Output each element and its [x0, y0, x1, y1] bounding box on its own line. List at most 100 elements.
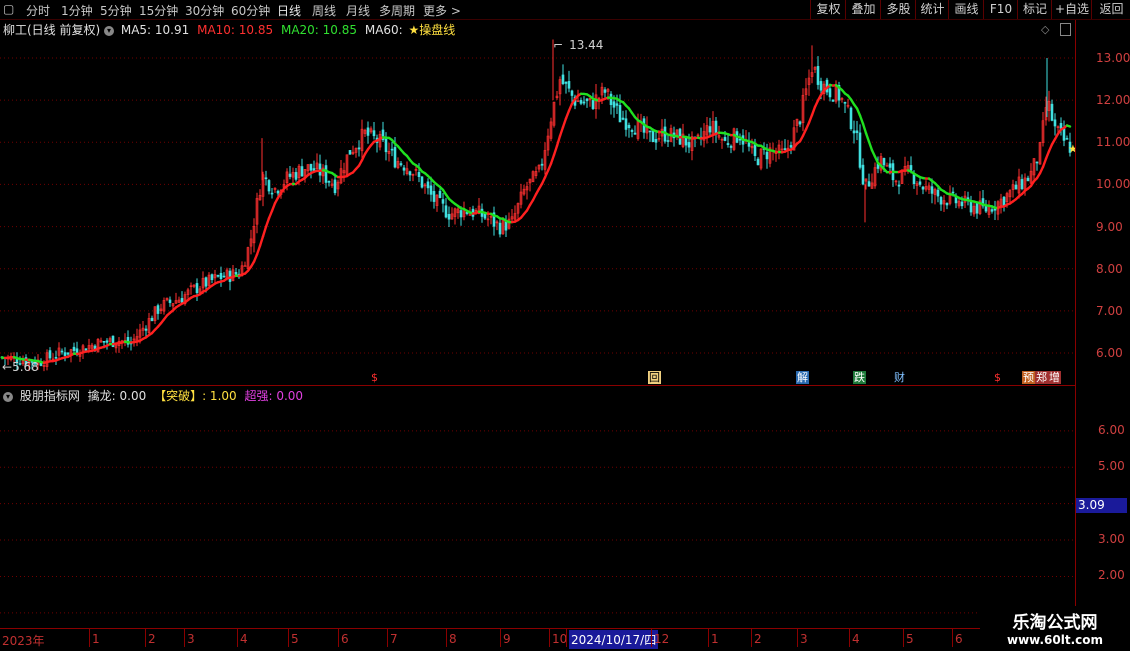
ma-line-layer: ★	[2, 85, 1075, 363]
signal-marker[interactable]: $	[993, 371, 1002, 384]
candle-body	[946, 203, 948, 205]
indicator-tick-label: 2.00	[1098, 568, 1125, 582]
candle-body	[619, 105, 621, 122]
date-tick-mark	[566, 629, 567, 647]
candle-body	[583, 102, 585, 103]
add-watchlist-button[interactable]: +自选	[1051, 0, 1092, 19]
overlay-button[interactable]: 叠加	[845, 0, 881, 19]
period-multi[interactable]: 多周期	[379, 2, 415, 19]
candle-body	[724, 137, 726, 140]
period-60min[interactable]: 60分钟	[231, 2, 270, 19]
candle-body	[919, 182, 921, 185]
period-monthly[interactable]: 月线	[346, 2, 370, 19]
period-more[interactable]: 更多 >	[423, 2, 461, 19]
date-tick-label: 2	[148, 632, 156, 646]
candle-body	[757, 159, 759, 165]
low-price-annotation: ←5.68	[2, 360, 39, 374]
mark-button[interactable]: 标记	[1017, 0, 1052, 19]
draw-line-button[interactable]: 画线	[948, 0, 984, 19]
candle-body	[448, 214, 450, 219]
price-tick-label: 12.00	[1096, 93, 1130, 107]
date-tick-mark	[849, 629, 850, 647]
panel-toggle-icon[interactable]	[1060, 23, 1071, 36]
main-legend: 柳工(日线 前复权) ▾ MA5: 10.91 MA10: 10.85 MA20…	[3, 21, 455, 38]
candle-body	[616, 104, 618, 106]
period-weekly[interactable]: 周线	[312, 2, 336, 19]
settings-circle-icon[interactable]: ▾	[3, 392, 13, 402]
period-15min[interactable]: 15分钟	[139, 2, 178, 19]
signal-marker[interactable]: 跌	[853, 371, 866, 384]
price-tick-label: 10.00	[1096, 177, 1130, 191]
signal-marker[interactable]: 解	[796, 371, 809, 384]
signal-marker[interactable]: 财	[893, 371, 906, 384]
candle-body	[277, 191, 279, 193]
f10-button[interactable]: F10	[983, 0, 1018, 19]
candle-body	[850, 108, 852, 129]
candle-body	[832, 100, 834, 102]
candle-body	[610, 94, 612, 105]
candle-body	[937, 190, 939, 196]
high-price-annotation: ⌐13.44	[553, 38, 603, 52]
candle-body	[853, 131, 855, 133]
date-tick-label: 5	[906, 632, 914, 646]
ma-line-segment	[1043, 159, 1046, 167]
signal-marker[interactable]: 增	[1048, 371, 1061, 384]
candle-body	[1015, 185, 1017, 189]
indicator-legend: ▾ 股朋指标网 擒龙: 0.00 【突破】: 1.00 超强: 0.00	[3, 387, 303, 404]
candle-body	[649, 131, 651, 132]
statistics-button[interactable]: 统计	[915, 0, 949, 19]
candle-body	[505, 221, 507, 230]
candle-body	[433, 191, 435, 201]
candle-body	[592, 100, 594, 108]
indicator-panel[interactable]: ▾ 股朋指标网 擒龙: 0.00 【突破】: 1.00 超强: 0.00	[0, 385, 1075, 629]
signal-marker[interactable]: $	[370, 371, 379, 384]
candle-body	[541, 164, 543, 165]
arrow-icon: ←	[2, 360, 12, 374]
indicator-title: 股朋指标网	[20, 389, 80, 403]
signal-marker[interactable]: 回	[648, 371, 661, 384]
date-tick-label: 8	[449, 632, 457, 646]
adjust-button[interactable]: 复权	[810, 0, 846, 19]
signal-marker[interactable]: 预	[1022, 371, 1035, 384]
indicator-tick-label: 6.00	[1098, 423, 1125, 437]
kline-chart[interactable]: ★	[0, 20, 1075, 384]
period-toolbar: ▢ 分时 1分钟 5分钟 15分钟 30分钟 60分钟 日线 周线 月线 多周期…	[0, 0, 1130, 20]
candle-body	[898, 185, 900, 186]
ma-line-segment	[1046, 151, 1049, 159]
candle-body	[859, 133, 861, 168]
date-tick-mark	[145, 629, 146, 647]
signal-marker[interactable]: 郑	[1035, 371, 1048, 384]
period-30min[interactable]: 30分钟	[185, 2, 224, 19]
candle-body	[325, 166, 327, 183]
candle-body	[265, 178, 267, 179]
candle-body	[784, 149, 786, 150]
price-tick-label: 13.00	[1096, 51, 1130, 65]
date-tick-mark	[184, 629, 185, 647]
indicator-tick-label: 5.00	[1098, 459, 1125, 473]
date-tick-mark	[797, 629, 798, 647]
multi-stock-button[interactable]: 多股	[880, 0, 916, 19]
price-tick-label: 9.00	[1096, 220, 1123, 234]
main-kline-panel[interactable]: ★ 柳工(日线 前复权) ▾ MA5: 10.91 MA10: 10.85 MA…	[0, 20, 1075, 384]
date-tick-mark	[446, 629, 447, 647]
candle-body	[1051, 104, 1053, 120]
indicator-value-3: 超强: 0.00	[244, 389, 303, 403]
period-5min[interactable]: 5分钟	[100, 2, 132, 19]
period-daily[interactable]: 日线	[277, 2, 301, 19]
candle-body	[913, 174, 915, 184]
candle-body	[604, 90, 606, 93]
candle-body	[628, 125, 630, 128]
diamond-icon[interactable]: ◇	[1041, 23, 1049, 36]
period-intraday[interactable]: 分时	[26, 2, 50, 19]
date-axis[interactable]: 2023年123456789102024/10/17/四12123456	[0, 628, 1130, 651]
settings-circle-icon[interactable]: ▾	[104, 26, 114, 36]
period-1min[interactable]: 1分钟	[61, 2, 93, 19]
ma-line-segment	[863, 124, 866, 133]
candle-body	[799, 122, 801, 124]
toolbar-small-icon[interactable]: ▢	[3, 2, 14, 16]
back-button[interactable]: 返回	[1091, 0, 1130, 19]
date-tick-label: 12	[654, 632, 669, 646]
ma-line-segment	[560, 127, 563, 136]
candle-body	[625, 119, 627, 130]
candle-body	[580, 100, 582, 103]
